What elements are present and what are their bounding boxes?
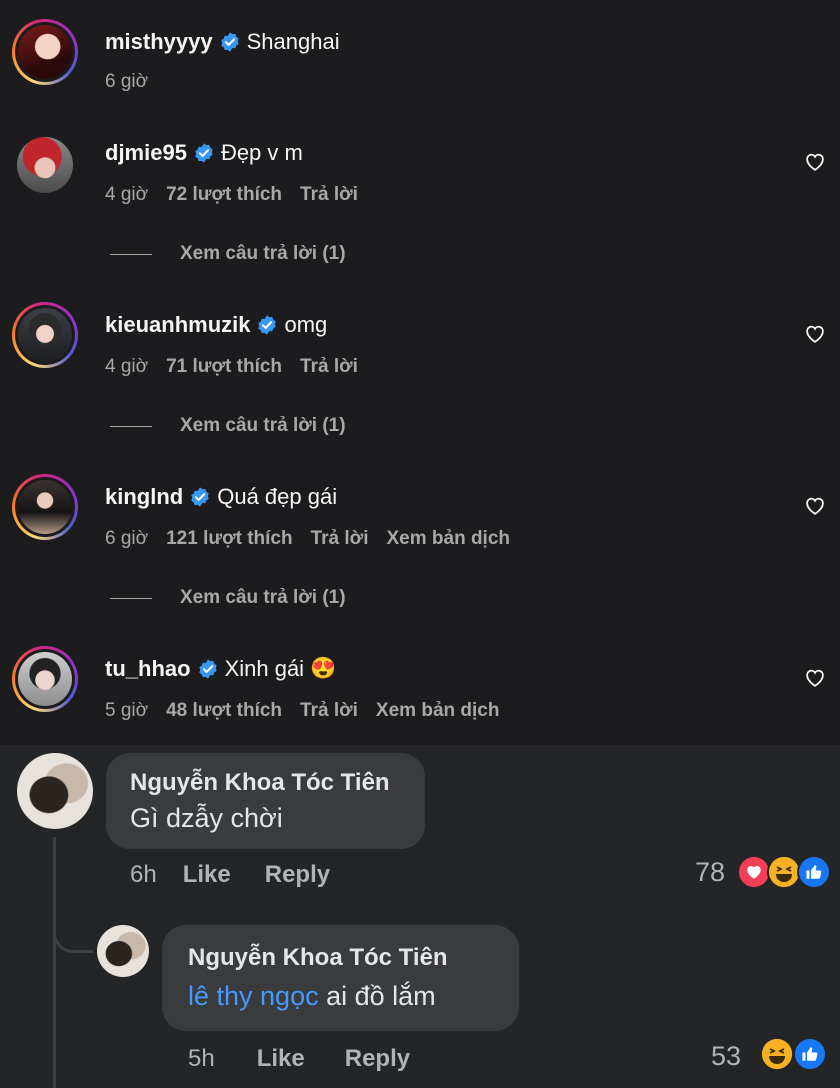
heart-reaction-icon: [737, 855, 771, 889]
like-reaction-icon: [797, 855, 831, 889]
avatar[interactable]: [12, 19, 78, 85]
comment-text: Gì dzẫy chời: [130, 803, 283, 833]
comment-time[interactable]: 5h: [188, 1045, 215, 1072]
reaction-count[interactable]: 78: [695, 857, 725, 888]
mention-link[interactable]: lê thy ngọc: [188, 981, 319, 1011]
comment-bubble: [162, 925, 519, 1031]
verified-badge-icon: [220, 32, 239, 52]
comment-text: Xinh gái: [224, 656, 305, 681]
comment-time[interactable]: 6h: [130, 861, 157, 888]
like-count[interactable]: 121 lượt thích: [166, 528, 293, 549]
haha-reaction-icon: [760, 1037, 794, 1071]
comment-time: 4 giờ: [105, 356, 149, 377]
heart-icon[interactable]: [804, 323, 826, 345]
reply-button[interactable]: Trả lời: [300, 700, 358, 721]
comment-text: lê thy ngọc ai đồ lắm: [188, 981, 436, 1011]
reply-button[interactable]: Reply: [265, 861, 330, 888]
comment-time: 4 giờ: [105, 184, 149, 205]
comment-bubble: [106, 753, 425, 849]
avatar[interactable]: [97, 925, 149, 977]
instagram-comments: misthyyyy Shanghai 6 giờ djmie95 Đẹp v m…: [0, 0, 840, 745]
avatar[interactable]: [17, 137, 73, 193]
verified-badge-icon: [195, 143, 213, 163]
comment-text: omg: [284, 312, 328, 337]
thread-connector: [53, 905, 93, 953]
reply-button[interactable]: Reply: [345, 1045, 410, 1072]
avatar[interactable]: [12, 302, 78, 368]
like-count[interactable]: 71 lượt thích: [166, 356, 282, 377]
comment-time: 6 giờ: [105, 71, 149, 92]
reply-button[interactable]: Trả lời: [300, 356, 358, 377]
comment-text: Shanghai: [246, 29, 340, 54]
comment-username[interactable]: tu_hhao: [105, 655, 191, 683]
comment-text: Đẹp v m: [220, 140, 303, 165]
comment-username[interactable]: misthyyyy: [105, 28, 213, 56]
divider: [110, 425, 152, 427]
verified-badge-icon: [198, 659, 217, 679]
like-count[interactable]: 72 lượt thích: [166, 184, 282, 205]
comment-text: Quá đẹp gái: [217, 484, 338, 509]
like-button[interactable]: Like: [257, 1045, 305, 1072]
heart-icon[interactable]: [804, 151, 826, 173]
heart-eyes-emoji: 😍: [310, 657, 337, 680]
avatar[interactable]: [12, 474, 78, 540]
like-reaction-icon: [793, 1037, 827, 1071]
view-replies-button[interactable]: Xem câu trả lời (1): [110, 587, 346, 609]
translate-button[interactable]: Xem bản dịch: [376, 700, 500, 721]
verified-badge-icon: [258, 315, 277, 335]
divider: [110, 597, 152, 599]
translate-button[interactable]: Xem bản dịch: [386, 528, 510, 549]
haha-reaction-icon: [767, 855, 801, 889]
avatar[interactable]: [12, 646, 78, 712]
view-replies-button[interactable]: Xem câu trả lời (1): [110, 415, 346, 437]
comment-time: 6 giờ: [105, 528, 149, 549]
divider: [110, 253, 152, 255]
reaction-count[interactable]: 53: [711, 1041, 741, 1072]
heart-icon[interactable]: [804, 495, 826, 517]
view-replies-button[interactable]: Xem câu trả lời (1): [110, 243, 346, 265]
comment-username[interactable]: kieuanhmuzik: [105, 311, 250, 339]
verified-badge-icon: [191, 487, 209, 507]
heart-icon[interactable]: [804, 667, 826, 689]
like-count[interactable]: 48 lượt thích: [166, 700, 282, 721]
facebook-comments: Nguyễn Khoa Tóc Tiên Gì dzẫy chời 6h Like…: [0, 745, 840, 1088]
comment-username[interactable]: kinglnd: [105, 483, 183, 511]
thread-line: [53, 837, 56, 1088]
avatar[interactable]: [17, 753, 93, 829]
comment-username[interactable]: djmie95: [105, 139, 187, 167]
like-button[interactable]: Like: [183, 861, 231, 888]
comment-time: 5 giờ: [105, 700, 149, 721]
commenter-name[interactable]: Nguyễn Khoa Tóc Tiên: [130, 769, 390, 797]
commenter-name[interactable]: Nguyễn Khoa Tóc Tiên: [188, 944, 448, 972]
reply-button[interactable]: Trả lời: [300, 184, 358, 205]
reply-button[interactable]: Trả lời: [311, 528, 369, 549]
